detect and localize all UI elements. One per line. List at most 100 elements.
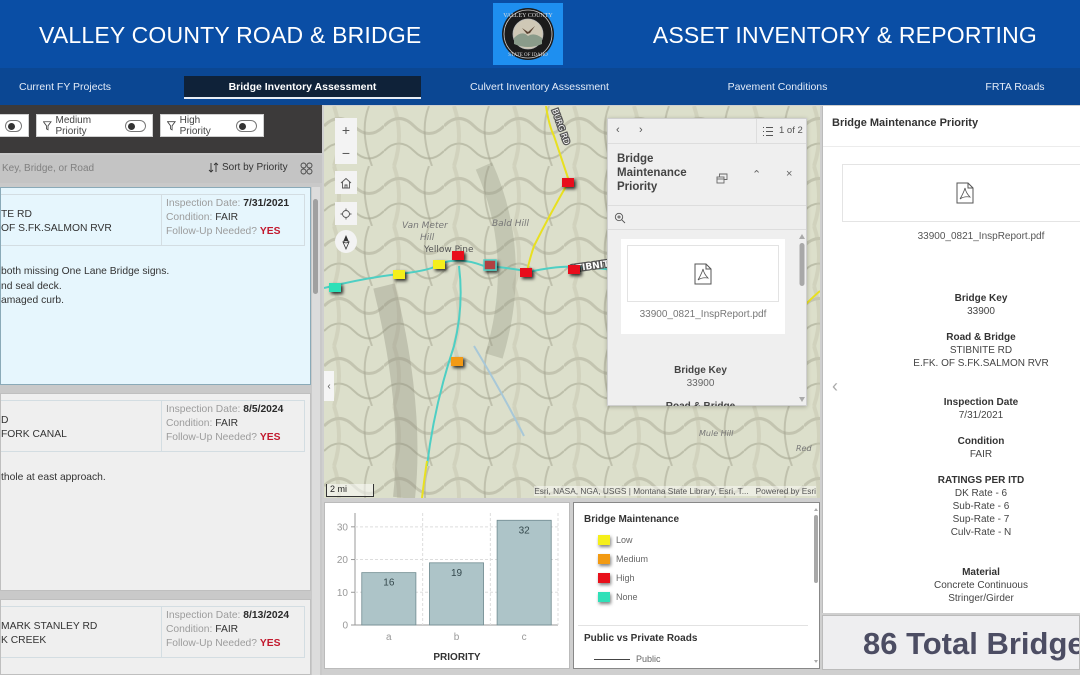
popup-actions [608,205,806,230]
tab-culvert-inventory-assessment[interactable]: Culvert Inventory Assessment [452,76,627,98]
bridge-list-item[interactable]: TE RD OF S.FK.SALMON RVR Inspection Date… [0,187,311,385]
legend-item-low: Low [598,535,633,545]
popup-scrollbar[interactable] [798,231,806,406]
popup-title: Bridge Maintenance Priority [617,153,687,193]
bridge-marker-low[interactable] [393,270,405,279]
legend-label: Low [616,535,633,545]
map-label: Red [796,444,812,453]
tab-frta-roads[interactable]: FRTA Roads [970,76,1060,98]
field-value: Sup-Rate - 7 [952,514,1010,525]
followup-value: YES [259,638,281,649]
compass-icon [342,234,350,250]
legend-item-medium: Medium [598,554,648,564]
low-priority-filter[interactable] [0,114,29,137]
dock-popup-button[interactable] [716,171,728,189]
card-bridge: FORK CANAL [1,429,67,440]
home-button[interactable] [335,171,357,194]
bridge-marker-none[interactable] [329,283,341,292]
legend-scrollbar[interactable] [813,505,819,666]
details-prev-button[interactable]: ‹ [832,376,838,397]
tab-bridge-inventory-assessment[interactable]: Bridge Inventory Assessment [184,76,421,99]
powered-by-esri[interactable]: Powered by Esri [756,486,816,496]
zoom-to-icon [614,212,626,224]
list-scrollbar-thumb[interactable] [313,199,318,294]
attachment-thumbnail[interactable] [627,245,779,302]
bridge-marker-medium[interactable] [451,357,463,366]
field-material: Material Concrete Continuous Stringer/Gi… [879,566,1080,605]
expand-left-panel-button[interactable]: ‹ [324,371,334,401]
high-priority-toggle[interactable] [235,119,257,132]
chart-data-label: 19 [451,568,463,579]
feature-popup: ‹ › 1 of 2 Bridge Maintenance Priority ⌃… [607,118,807,406]
field-label: Material [962,567,1000,578]
legend-title-bridge-maintenance: Bridge Maintenance [584,514,680,525]
details-title: Bridge Maintenance Priority [832,117,979,129]
bridge-key-label: Bridge Key [674,365,727,376]
zoom-to-button[interactable] [614,211,626,229]
sort-by-priority-button[interactable]: Sort by Priority [208,162,288,173]
chart-y-tick-label: 0 [342,621,348,632]
bridge-marker-high[interactable] [520,268,532,277]
field-value: FAIR [969,449,993,460]
field-ratings: RATINGS PER ITD DK Rate - 6 Sub-Rate - 6… [879,474,1080,539]
attachment-filename[interactable]: 33900_0821_InspReport.pdf [621,309,785,320]
followup-value: YES [259,432,281,443]
compass-button[interactable] [335,230,357,253]
bridge-marker-high[interactable] [568,265,580,274]
field-condition: Condition FAIR [879,435,1080,461]
attribution-text[interactable]: Esri, NASA, NGA, USGS | Montana State Li… [534,486,748,496]
tab-pavement-conditions[interactable]: Pavement Conditions [700,76,855,98]
card-inspection-info: Inspection Date: 7/31/2021 Condition: FA… [161,194,305,246]
bridge-marker-high[interactable] [452,251,464,260]
inspection-date-label: Inspection Date: [166,198,244,209]
bridge-marker-high[interactable] [562,178,574,187]
condition-value: FAIR [215,212,239,223]
bridge-details-panel: Bridge Maintenance Priority 33900_0821_I… [822,106,1080,613]
medium-priority-label: Medium Priority [55,114,92,137]
bridge-marker-selected[interactable] [483,259,497,271]
popup-pager: ‹ › 1 of 2 [608,119,806,144]
card-road: TE RD [1,209,32,220]
field-value: 7/31/2021 [958,410,1004,421]
close-popup-button[interactable]: × [786,168,792,180]
bridge-marker-low[interactable] [433,260,445,269]
popup-next-button[interactable]: › [639,124,643,136]
map-label: Van Meter [402,221,449,231]
list-scrollbar[interactable] [312,187,320,675]
search-input[interactable]: Key, Bridge, or Road [2,163,94,174]
field-value: STIBNITE RD [949,345,1013,356]
locate-button[interactable] [335,202,357,225]
condition-value: FAIR [215,624,239,635]
legend-swatch-medium-icon [598,554,610,564]
bridge-list: TE RD OF S.FK.SALMON RVR Inspection Date… [0,187,312,675]
low-priority-toggle[interactable] [5,119,22,132]
bridge-list-item[interactable]: D FORK CANAL Inspection Date: 8/5/2024 C… [0,393,311,591]
feature-list-button[interactable] [762,126,774,140]
zoom-in-button[interactable]: + [335,118,357,141]
high-priority-filter[interactable]: High Priority [160,114,264,137]
tab-current-fy-projects[interactable]: Current FY Projects [0,76,130,98]
popup-attachment[interactable]: 33900_0821_InspReport.pdf [621,239,785,334]
chart-x-tick-label: c [522,632,527,643]
road-bridge-label: Road & Bridge [608,400,793,406]
field-label: Road & Bridge [946,332,1016,343]
field-label: Condition [957,436,1005,447]
medium-priority-filter[interactable]: Medium Priority [36,114,153,137]
card-notes: both missing One Lane Bridge signs. nd s… [1,265,169,309]
zoom-out-button[interactable]: − [335,141,357,164]
details-attachment-filename[interactable]: 33900_0821_InspReport.pdf [823,231,1080,242]
medium-priority-toggle[interactable] [125,119,146,132]
field-label: Inspection Date [943,397,1019,408]
followup-label: Follow-Up Needed? [166,638,260,649]
map-scale-bar: 2 mi [326,484,374,497]
collapse-popup-button[interactable]: ⌃ [752,168,761,181]
layout-toggle-button[interactable] [300,162,313,178]
county-seal-logo: VALLEY COUNTY STATE OF IDAHO [493,3,563,65]
bridge-list-item[interactable]: MARK STANLEY RD K CREEK Inspection Date:… [0,599,311,675]
top-nav: Current FY Projects Bridge Inventory Ass… [0,68,1080,105]
list-icon [763,127,773,136]
details-attachment-thumbnail[interactable] [842,164,1080,222]
popup-prev-button[interactable]: ‹ [616,124,620,136]
legend-label: Public [636,654,661,664]
map-view[interactable]: Van Meter Hill Yellow Pine Bald Hill STI… [324,106,820,498]
